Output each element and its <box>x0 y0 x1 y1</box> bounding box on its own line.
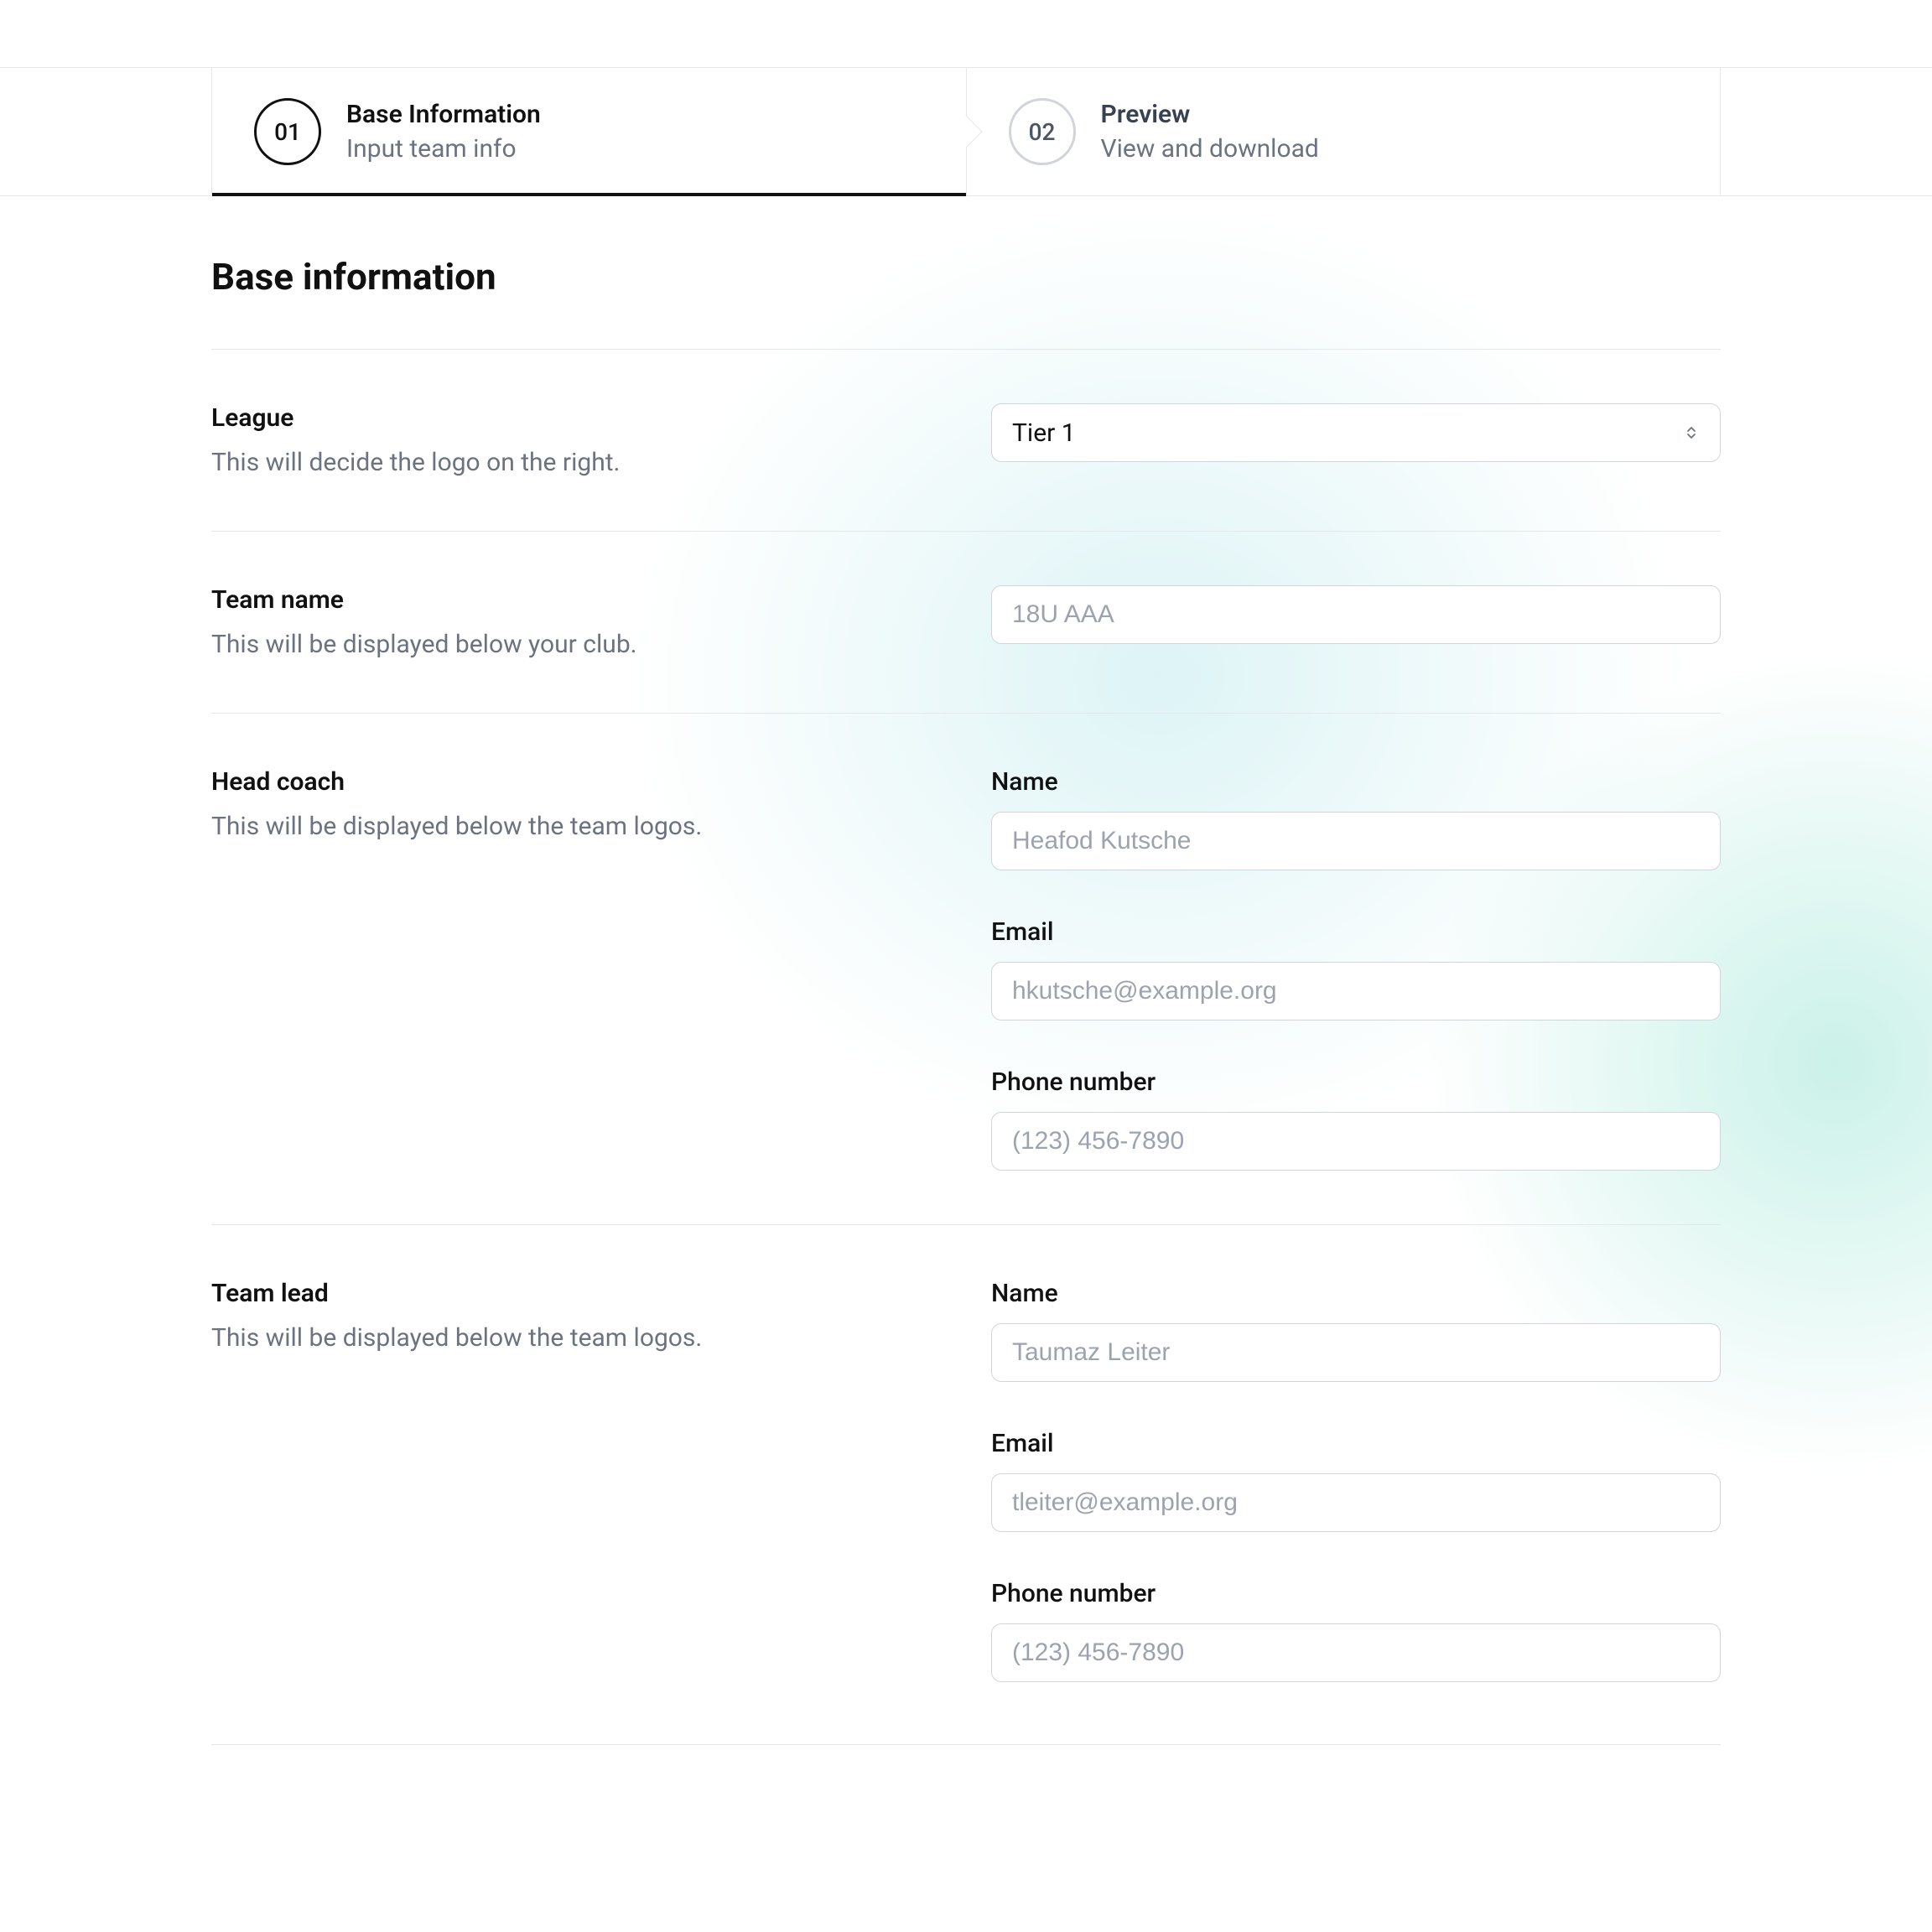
team-lead-name-group: Name <box>991 1279 1721 1382</box>
section-left: League This will decide the logo on the … <box>211 403 941 477</box>
section-team-name: Team name This will be displayed below y… <box>211 531 1721 713</box>
field-label-league: League <box>211 403 941 433</box>
step-text: Preview View and download <box>1101 100 1319 164</box>
label-phone: Phone number <box>991 1067 1721 1097</box>
chevron-up-down-icon <box>1683 424 1700 441</box>
field-desc-team-name: This will be displayed below your club. <box>211 630 941 659</box>
league-select-wrap: Tier 1 <box>991 403 1721 462</box>
section-right: Name Email Phone number <box>991 767 1721 1171</box>
step-number-badge: 02 <box>1009 98 1076 165</box>
section-league: League This will decide the logo on the … <box>211 349 1721 531</box>
league-select[interactable]: Tier 1 <box>991 403 1721 462</box>
team-lead-phone-input[interactable] <box>991 1623 1721 1682</box>
step-number: 01 <box>274 118 301 146</box>
head-coach-email-input[interactable] <box>991 962 1721 1021</box>
head-coach-name-input[interactable] <box>991 812 1721 870</box>
team-name-input[interactable] <box>991 585 1721 644</box>
label-email: Email <box>991 1429 1721 1458</box>
team-lead-phone-group: Phone number <box>991 1579 1721 1682</box>
section-team-lead: Team lead This will be displayed below t… <box>211 1224 1721 1736</box>
team-lead-email-group: Email <box>991 1429 1721 1532</box>
section-right <box>991 585 1721 659</box>
label-name: Name <box>991 767 1721 797</box>
team-lead-name-input[interactable] <box>991 1323 1721 1382</box>
step-subtitle: Input team info <box>346 134 541 164</box>
field-label-team-name: Team name <box>211 585 941 615</box>
form-container: Base information League This will decide… <box>211 196 1721 1745</box>
head-coach-email-group: Email <box>991 917 1721 1021</box>
step-title: Base Information <box>346 100 541 129</box>
team-name-wrap <box>991 585 1721 644</box>
head-coach-name-group: Name <box>991 767 1721 870</box>
step-list: 01 Base Information Input team info 02 P… <box>211 68 1721 195</box>
top-spacer <box>0 0 1932 67</box>
step-text: Base Information Input team info <box>346 100 541 164</box>
section-divider <box>211 1744 1721 1745</box>
step-nav: 01 Base Information Input team info 02 P… <box>0 67 1932 196</box>
field-label-team-lead: Team lead <box>211 1279 941 1308</box>
team-lead-email-input[interactable] <box>991 1473 1721 1532</box>
field-label-head-coach: Head coach <box>211 767 941 797</box>
step-title: Preview <box>1101 100 1319 129</box>
section-left: Head coach This will be displayed below … <box>211 767 941 1171</box>
field-desc-league: This will decide the logo on the right. <box>211 448 941 477</box>
head-coach-phone-group: Phone number <box>991 1067 1721 1171</box>
label-email: Email <box>991 917 1721 947</box>
section-right: Name Email Phone number <box>991 1279 1721 1682</box>
step-number-badge: 01 <box>254 98 321 165</box>
section-head-coach: Head coach This will be displayed below … <box>211 713 1721 1224</box>
step-number: 02 <box>1029 118 1056 146</box>
field-desc-head-coach: This will be displayed below the team lo… <box>211 812 941 841</box>
field-desc-team-lead: This will be displayed below the team lo… <box>211 1323 941 1353</box>
label-name: Name <box>991 1279 1721 1308</box>
section-left: Team name This will be displayed below y… <box>211 585 941 659</box>
step-subtitle: View and download <box>1101 134 1319 164</box>
step-preview[interactable]: 02 Preview View and download <box>966 68 1721 195</box>
head-coach-phone-input[interactable] <box>991 1112 1721 1171</box>
step-base-information[interactable]: 01 Base Information Input team info <box>212 68 966 195</box>
section-left: Team lead This will be displayed below t… <box>211 1279 941 1682</box>
section-right: Tier 1 <box>991 403 1721 477</box>
page-title: Base information <box>211 255 1721 299</box>
page: 01 Base Information Input team info 02 P… <box>0 0 1932 1745</box>
label-phone: Phone number <box>991 1579 1721 1608</box>
league-selected-value: Tier 1 <box>1012 418 1076 448</box>
